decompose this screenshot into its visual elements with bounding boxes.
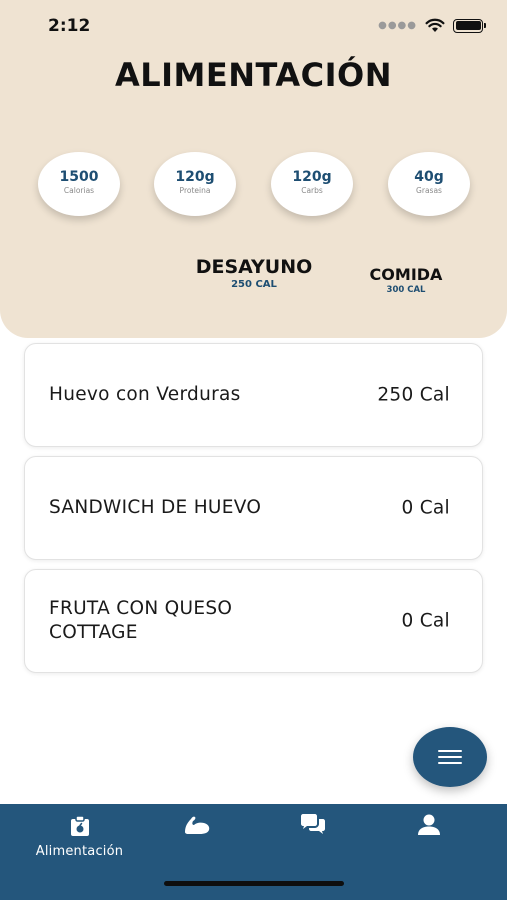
food-card[interactable]: FRUTA CON QUESO COTTAGE 0 Cal [24,569,483,673]
nav-item-entrenamiento[interactable] [138,814,255,836]
macro-value: 40g [414,169,444,185]
macro-carbs: 120g Carbs [271,152,353,216]
macro-label: Carbs [301,186,323,195]
muscle-arm-icon [184,816,209,834]
menu-icon [438,750,462,764]
menu-fab-button[interactable] [413,727,487,787]
home-indicator [164,881,344,886]
page-title: ALIMENTACIÓN [114,56,393,94]
macro-label: Calorias [63,186,95,195]
macro-value: 120g [175,169,215,185]
food-calories: 0 Cal [401,497,450,519]
nav-label: Alimentación [35,844,124,859]
wifi-icon [425,18,445,32]
profile-icon [417,814,440,835]
food-card[interactable]: Huevo con Verduras 250 Cal [24,343,483,447]
meal-tab-comida[interactable]: COMIDA 300 CAL [356,265,456,295]
macro-label: Grasas [416,186,442,195]
food-calories: 250 Cal [377,384,450,406]
food-name: FRUTA CON QUESO COTTAGE [49,598,233,643]
food-calories: 0 Cal [401,610,450,632]
status-time: 2:12 [48,16,91,36]
macro-calories: 1500 Calorias [38,152,120,216]
meal-tab-calories: 250 CAL [231,279,277,290]
macro-protein: 120g Proteina [154,152,236,216]
meal-tab-desayuno[interactable]: DESAYUNO 250 CAL [183,256,325,290]
meal-tab-calories: 300 CAL [386,285,426,295]
macro-label: Proteina [179,186,211,195]
food-name: Huevo con Verduras [49,384,241,405]
macro-value: 120g [292,169,332,185]
nav-item-alimentacion[interactable]: Alimentación [21,814,138,859]
nutrition-icon [70,815,89,836]
cellular-signal-icon: ●●●● [378,20,417,31]
macro-value: 1500 [59,169,99,185]
food-card[interactable]: SANDWICH DE HUEVO 0 Cal [24,456,483,560]
battery-icon [453,18,486,33]
nav-item-perfil[interactable] [370,814,487,836]
status-bar: 2:12 ●●●● [0,0,507,52]
nav-item-chat[interactable] [254,814,371,836]
food-name: SANDWICH DE HUEVO [49,497,262,518]
meal-tab-name: COMIDA [369,265,443,284]
macro-fats: 40g Grasas [388,152,470,216]
meal-tab-name: DESAYUNO [195,256,313,278]
chat-icon [300,814,325,834]
status-icons: ●●●● [378,18,486,33]
